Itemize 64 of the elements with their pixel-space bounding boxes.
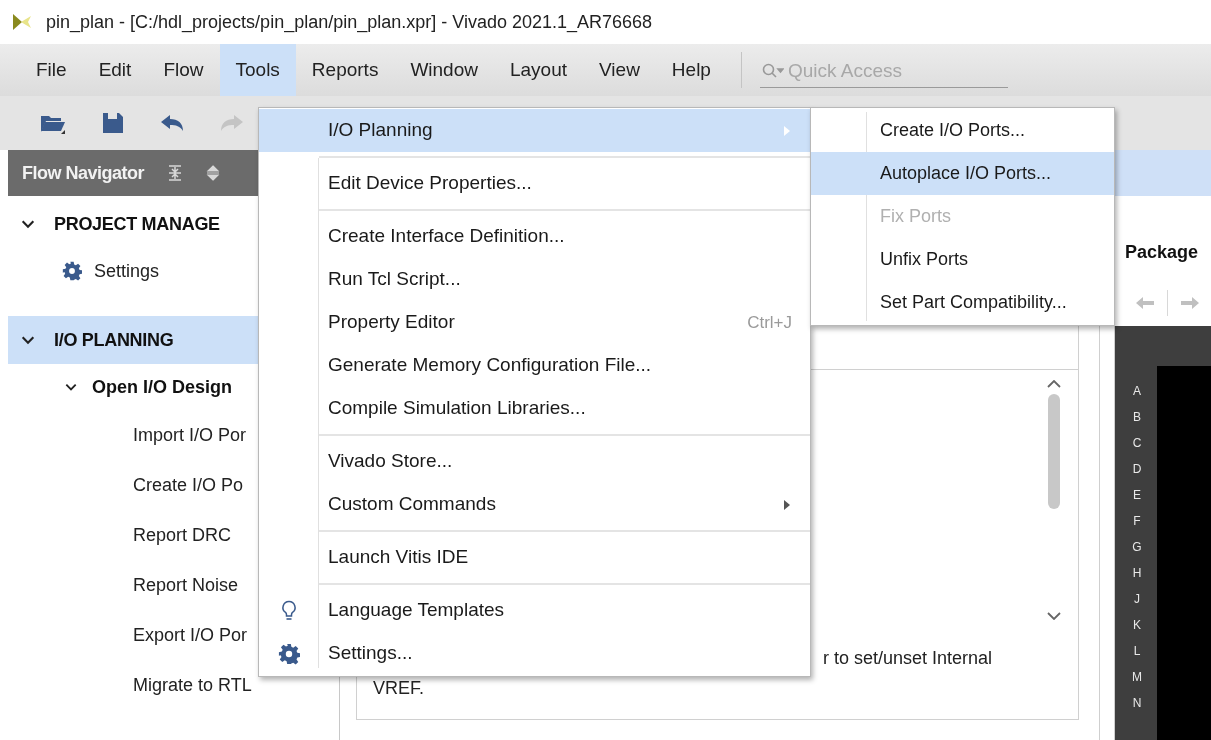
gear-icon: [62, 261, 82, 281]
scrollbar[interactable]: [1044, 380, 1064, 620]
menu-item[interactable]: Language Templates: [259, 589, 810, 632]
menu-bar-item[interactable]: Window: [394, 44, 494, 96]
menu-item[interactable]: Settings...: [259, 632, 810, 675]
description-text: VREF.: [373, 677, 424, 700]
menu-item[interactable]: Run Tcl Script...: [259, 258, 810, 301]
nav-item[interactable]: Migrate to RTL: [133, 671, 252, 699]
lightbulb-icon: [281, 599, 297, 622]
row-label: F: [1133, 513, 1141, 530]
menu-bar-item[interactable]: Tools: [219, 44, 296, 96]
shortcut-label: Ctrl+J: [747, 311, 793, 334]
nav-item[interactable]: Create I/O Po: [133, 471, 244, 499]
nav-group-label[interactable]: Open I/O Design: [92, 373, 233, 401]
collapse-all-icon[interactable]: [168, 165, 182, 181]
row-label: L: [1133, 643, 1141, 660]
submenu-item[interactable]: Set Part Compatibility...: [811, 281, 1114, 324]
menu-bar-item[interactable]: Reports: [295, 44, 395, 96]
row-label: N: [1132, 695, 1142, 712]
search-icon: [761, 63, 784, 79]
expand-all-icon[interactable]: [206, 165, 220, 181]
row-label: C: [1132, 435, 1142, 452]
app-logo-icon: [10, 12, 34, 32]
window-title: pin_plan - [C:/hdl_projects/pin_plan/pin_plan.xpr] - Vivado 2021.1_AR76668: [46, 10, 653, 35]
undo-icon[interactable]: [160, 114, 184, 132]
menu-bar-item[interactable]: Help: [655, 44, 727, 96]
save-icon[interactable]: [102, 112, 124, 134]
description-text: r to set/unset Internal: [823, 647, 993, 670]
row-label: H: [1132, 565, 1142, 582]
menu-bar-item[interactable]: Layout: [493, 44, 583, 96]
nav-item[interactable]: Import I/O Por: [133, 421, 247, 449]
row-label: D: [1132, 461, 1142, 478]
menu-item[interactable]: I/O Planning: [259, 109, 810, 152]
panel-title: Package: [1125, 241, 1199, 264]
submenu-item[interactable]: Create I/O Ports...: [811, 109, 1114, 152]
menu-bar-item[interactable]: Flow: [147, 44, 220, 96]
scroll-down-icon[interactable]: [1047, 612, 1061, 620]
menu-bar-item[interactable]: Edit: [82, 44, 148, 96]
nav-item[interactable]: Settings: [94, 257, 160, 285]
row-label: B: [1133, 409, 1141, 426]
nav-item[interactable]: Report DRC: [133, 521, 232, 549]
submenu-arrow-icon: [784, 125, 790, 136]
row-label: J: [1134, 591, 1140, 608]
scrollbar-thumb[interactable]: [1048, 394, 1060, 509]
panel-title: Flow Navigator: [22, 161, 144, 185]
submenu-item[interactable]: Unfix Ports: [811, 238, 1114, 281]
row-label: K: [1133, 617, 1141, 634]
submenu-arrow-icon: [784, 499, 790, 510]
row-label: M: [1132, 669, 1142, 686]
menu-item[interactable]: Compile Simulation Libraries...: [259, 387, 810, 430]
menu-item[interactable]: Vivado Store...: [259, 440, 810, 483]
menu-item[interactable]: Custom Commands: [259, 483, 810, 526]
row-label: A: [1133, 383, 1141, 400]
row-label: G: [1132, 539, 1142, 556]
menu-bar-item[interactable]: File: [20, 44, 83, 96]
submenu-item[interactable]: Autoplace I/O Ports...: [811, 152, 1114, 195]
quick-access-field[interactable]: Quick Access: [759, 54, 1008, 88]
nav-item[interactable]: Report Noise: [133, 571, 239, 599]
menu-bar-item[interactable]: View: [583, 44, 656, 96]
nav-item[interactable]: Export I/O Por: [133, 621, 248, 649]
gear-icon: [278, 642, 300, 665]
menu-item[interactable]: Launch Vitis IDE: [259, 536, 810, 579]
row-label: E: [1133, 487, 1141, 504]
scroll-up-icon[interactable]: [1047, 380, 1061, 388]
